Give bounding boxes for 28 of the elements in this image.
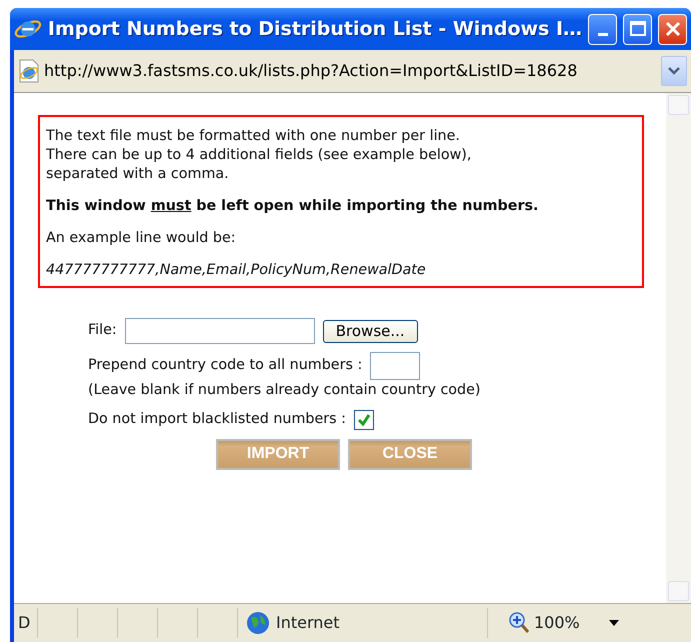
maximize-icon: [628, 20, 647, 38]
window-title: Import Numbers to Distribution List - Windows I…: [48, 16, 582, 42]
file-field[interactable]: [124, 318, 315, 344]
zone-text: Internet: [276, 612, 340, 634]
minimize-button[interactable]: [588, 14, 618, 44]
instruction-text: The text file must be formatted with one number per line. There can be up to 4 additional fields (see example below), separated with a comma.: [46, 127, 472, 184]
address-dropdown-button[interactable]: [661, 56, 687, 86]
minimize-icon: [598, 32, 608, 36]
page-icon: [18, 59, 40, 83]
blacklist-checkbox[interactable]: [354, 410, 374, 430]
maximize-button[interactable]: [623, 14, 652, 44]
browse-button[interactable]: Browse...: [322, 320, 418, 342]
country-code-label: Prepend country code to all numbers :: [88, 356, 362, 376]
warning-text: This window must be left open while importing the numbers.: [46, 197, 540, 216]
close-button[interactable]: [658, 14, 688, 44]
example-line: 447777777777,Name,Email,PolicyNum,RenewalDate: [46, 261, 427, 280]
caret-icon[interactable]: [608, 619, 620, 627]
country-code-field[interactable]: [370, 352, 420, 380]
file-label: File:: [88, 321, 117, 340]
country-code-hint: (Leave blank if numbers already contain country code): [88, 381, 482, 400]
blacklist-label: Do not import blacklisted numbers :: [88, 410, 346, 430]
globe-icon: [246, 611, 270, 635]
close-icon: [664, 20, 682, 38]
status-text: D: [18, 612, 30, 634]
zoom-icon[interactable]: [508, 611, 530, 635]
example-label: An example line would be:: [46, 229, 237, 248]
zoom-level-text[interactable]: 100%: [534, 611, 580, 635]
chevron-down-icon: [667, 66, 681, 76]
